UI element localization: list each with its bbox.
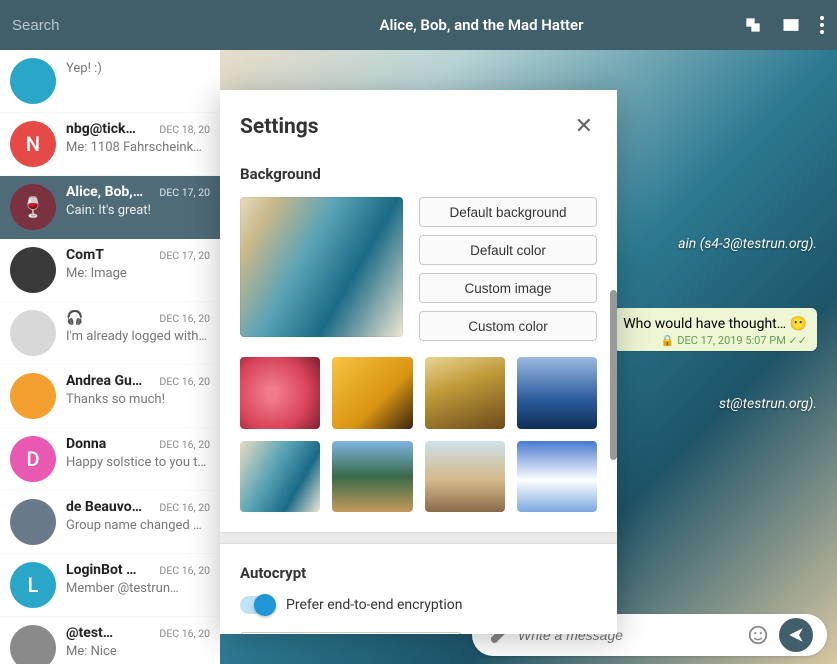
background-thumbnail[interactable] xyxy=(332,441,412,513)
background-thumbnail[interactable] xyxy=(332,357,412,429)
avatar: D xyxy=(10,436,56,482)
encryption-toggle[interactable] xyxy=(240,596,274,614)
background-thumbnail[interactable] xyxy=(425,441,505,513)
chat-name: nbg@tick… xyxy=(66,121,136,137)
chat-name: @test… xyxy=(66,625,113,641)
emoji-icon[interactable] xyxy=(747,624,769,646)
system-message: st@testrun.org). xyxy=(719,396,817,412)
chat-preview: Cain: It's great! xyxy=(66,203,210,218)
chat-time: DEC 16, 20 xyxy=(159,438,210,451)
modal-title: Settings xyxy=(240,115,319,139)
chat-time: DEC 16, 20 xyxy=(159,501,210,514)
background-thumbnail[interactable] xyxy=(240,441,320,513)
chat-time: DEC 16, 20 xyxy=(159,375,210,388)
chat-name: de Beauvo… xyxy=(66,499,142,515)
chat-list-item[interactable]: Yep! :) xyxy=(0,50,220,113)
avatar: L xyxy=(10,562,56,608)
chat-name: ComT xyxy=(66,247,104,263)
chat-title: Alice, Bob, and the Mad Hatter xyxy=(220,16,743,34)
avatar xyxy=(10,625,56,664)
chat-preview: Me: Image xyxy=(66,266,210,281)
message-timestamp: 🔒 DEC 17, 2019 5:07 PM ✓✓ xyxy=(623,334,807,347)
chat-time: DEC 17, 20 xyxy=(159,186,210,199)
chat-time: DEC 16, 20 xyxy=(159,312,210,325)
avatar xyxy=(10,310,56,356)
chat-time: DEC 16, 20 xyxy=(159,627,210,640)
app-header: Alice, Bob, and the Mad Hatter xyxy=(0,0,837,50)
chat-list-item[interactable]: N nbg@tick… DEC 18, 20 Me: 1108 Fahrsche… xyxy=(0,113,220,176)
bg-option-button[interactable]: Custom color xyxy=(419,311,597,341)
chat-preview: Me: 1108 Fahrscheink… xyxy=(66,140,210,155)
send-button[interactable] xyxy=(779,618,813,652)
chat-time: DEC 17, 20 xyxy=(159,249,210,262)
chat-list-item[interactable]: 🍷 Alice, Bob,… DEC 17, 20 Cain: It's gre… xyxy=(0,176,220,239)
chat-list-item[interactable]: Andrea Gu… DEC 16, 20 Thanks so much! xyxy=(0,365,220,428)
autocrypt-section-header: Autocrypt xyxy=(240,564,597,582)
chat-name: Donna xyxy=(66,436,106,452)
chat-preview: Me: Nice xyxy=(66,644,210,659)
background-thumbnail[interactable] xyxy=(517,441,597,513)
avatar xyxy=(10,247,56,293)
chat-preview: Yep! :) xyxy=(66,61,210,76)
bg-option-button[interactable]: Default color xyxy=(419,235,597,265)
chat-preview: Happy solstice to you t… xyxy=(66,455,210,470)
image-icon[interactable] xyxy=(781,15,801,35)
autocrypt-setup-button[interactable]: Send Autocrypt Setup Message xyxy=(240,632,462,634)
multi-window-icon[interactable] xyxy=(743,15,763,35)
chat-list-item[interactable]: de Beauvo… DEC 16, 20 Group name changed… xyxy=(0,491,220,554)
chat-list: Yep! :) N nbg@tick… DEC 18, 20 Me: 1108 … xyxy=(0,50,220,664)
scrollbar[interactable] xyxy=(610,290,617,460)
chat-list-item[interactable]: D Donna DEC 16, 20 Happy solstice to you… xyxy=(0,428,220,491)
background-thumbnail[interactable] xyxy=(240,357,320,429)
toggle-label: Prefer end-to-end encryption xyxy=(286,597,463,613)
search-input[interactable] xyxy=(12,17,220,34)
message-bubble[interactable]: Who would have thought… 😶 🔒 DEC 17, 2019… xyxy=(613,308,817,351)
chat-name: Andrea Gu… xyxy=(66,373,142,389)
section-divider xyxy=(220,532,617,544)
chat-preview: Member @testrun… xyxy=(66,581,210,596)
chat-time: DEC 18, 20 xyxy=(159,123,210,136)
chat-name: 🎧 xyxy=(66,310,83,326)
chat-name: LoginBot … xyxy=(66,562,136,578)
bg-option-button[interactable]: Custom image xyxy=(419,273,597,303)
system-message: ain (s4-3@testrun.org). xyxy=(678,236,817,252)
message-text: Who would have thought… 😶 xyxy=(623,316,807,332)
avatar: N xyxy=(10,121,56,167)
chat-time: DEC 16, 20 xyxy=(159,564,210,577)
chat-list-item[interactable]: ComT DEC 17, 20 Me: Image xyxy=(0,239,220,302)
chat-preview: Group name changed … xyxy=(66,518,210,533)
close-icon[interactable]: ✕ xyxy=(571,112,597,141)
background-thumbnail[interactable] xyxy=(517,357,597,429)
avatar: 🍷 xyxy=(10,184,56,230)
avatar xyxy=(10,499,56,545)
bg-option-button[interactable]: Default background xyxy=(419,197,597,227)
avatar xyxy=(10,373,56,419)
chat-name: Alice, Bob,… xyxy=(66,184,143,200)
chat-list-item[interactable]: @test… DEC 16, 20 Me: Nice xyxy=(0,617,220,664)
menu-dots-icon[interactable] xyxy=(819,15,825,35)
avatar xyxy=(10,58,56,104)
chat-preview: I'm already logged with… xyxy=(66,329,210,344)
chat-list-item[interactable]: L LoginBot … DEC 16, 20 Member @testrun… xyxy=(0,554,220,617)
chat-list-item[interactable]: 🎧 DEC 16, 20 I'm already logged with… xyxy=(0,302,220,365)
background-thumbnail[interactable] xyxy=(425,357,505,429)
current-background-preview[interactable] xyxy=(240,197,403,337)
settings-modal: Settings ✕ Background Default background… xyxy=(220,90,617,634)
chat-preview: Thanks so much! xyxy=(66,392,210,407)
background-section-header: Background xyxy=(240,165,597,183)
